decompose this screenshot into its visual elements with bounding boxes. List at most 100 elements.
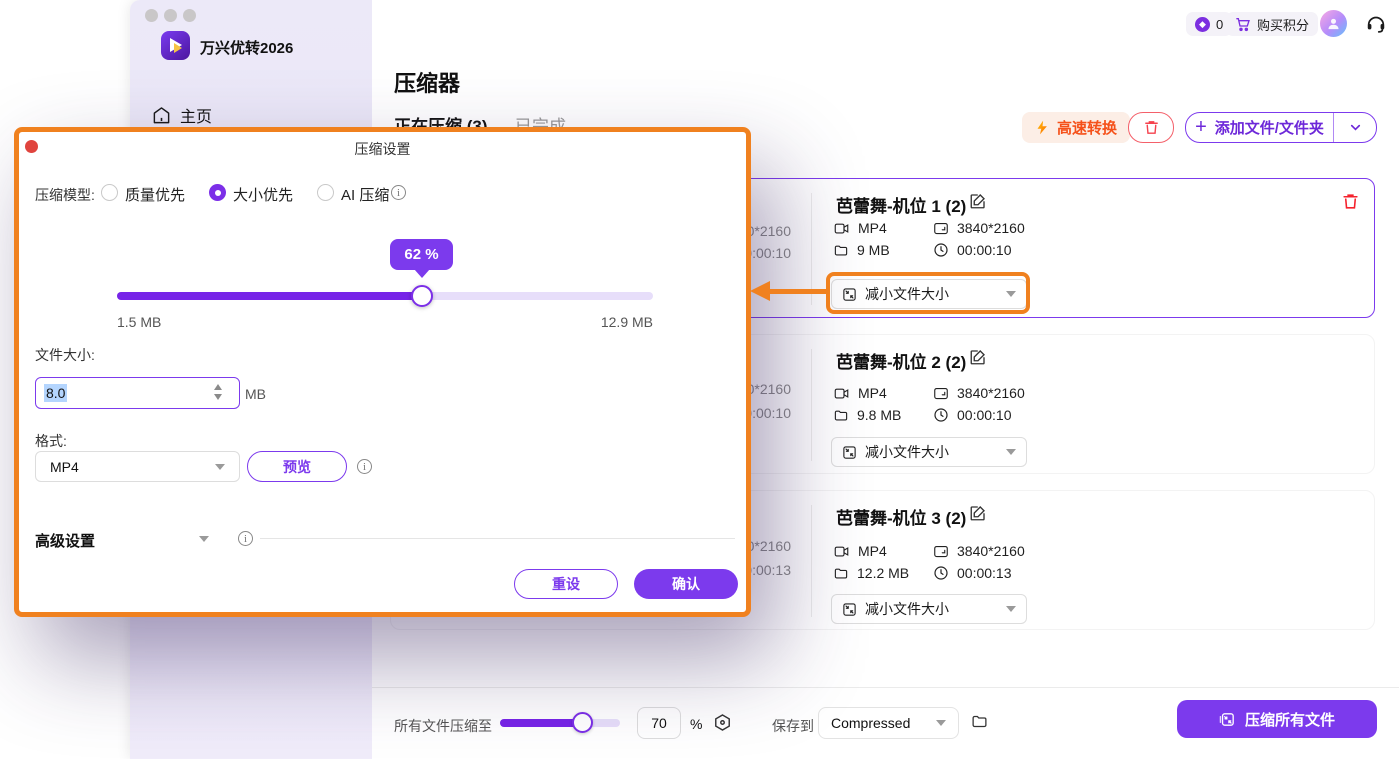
chevron-down-icon [1348,120,1363,135]
card-divider [811,349,812,461]
size-meta: 12.2 MB [833,565,909,581]
chevron-down-icon [1006,449,1016,455]
resolution-icon [933,221,949,236]
buy-credits-button[interactable]: 购买积分 [1226,12,1318,36]
format-label: 格式: [35,431,67,451]
apply-to-all-icon[interactable] [713,713,732,732]
file-name: 芭蕾舞-机位 2 (2) [836,348,966,373]
compress-mode-label: 减小文件大小 [865,442,949,462]
sidebar-item-label: 主页 [180,103,212,127]
resolution-meta: 3840*2160 [933,220,1025,236]
radio-ai-label[interactable]: AI 压缩 [341,184,389,205]
reduce-size-icon [842,602,857,617]
folder-icon [833,243,849,258]
save-to-label: 保存到 [772,716,814,736]
add-files-dropdown-toggle[interactable] [1334,120,1376,135]
clear-list-button[interactable] [1128,112,1174,143]
annotation-arrow-head [750,281,770,301]
rename-icon[interactable] [969,504,987,522]
chevron-down-icon [936,720,946,726]
compress-all-button[interactable]: 压缩所有文件 [1177,700,1377,738]
cart-icon [1235,16,1251,32]
duration-meta: 00:00:13 [933,565,1012,581]
fast-convert-toggle[interactable]: 高速转换 [1022,112,1130,143]
global-compress-slider-handle[interactable] [572,712,593,733]
fast-convert-label: 高速转换 [1057,117,1117,138]
window-zoom-button[interactable] [183,9,196,22]
file-name: 芭蕾舞-机位 3 (2) [836,504,966,529]
advanced-settings-toggle[interactable]: 高级设置 [35,530,95,551]
radio-quality-label[interactable]: 质量优先 [125,184,185,205]
compress-to-label: 所有文件压缩至 [394,716,492,736]
credits-count: 0 [1216,17,1223,32]
sidebar-item-home[interactable]: 主页 [152,100,352,130]
radio-size-priority[interactable] [209,184,226,201]
compress-mode-dropdown[interactable]: 减小文件大小 [831,594,1027,624]
page-title: 压缩器 [394,66,460,98]
open-folder-icon[interactable] [970,713,989,730]
app-logo-icon [161,31,190,60]
compress-mode-dropdown[interactable]: 减小文件大小 [831,437,1027,467]
resolution-icon [933,386,949,401]
info-icon[interactable]: i [238,531,253,546]
window-minimize-button[interactable] [164,9,177,22]
size-slider-handle[interactable] [411,285,433,307]
preview-button[interactable]: 预览 [247,451,347,482]
chevron-down-icon [215,464,225,470]
radio-size-label[interactable]: 大小优先 [233,184,293,205]
home-icon [152,106,171,125]
rename-icon[interactable] [969,192,987,210]
global-compress-slider[interactable] [500,719,620,727]
radio-ai-compress[interactable] [317,184,334,201]
format-meta: MP4 [833,220,887,236]
video-icon [833,386,850,401]
avatar[interactable] [1320,10,1347,37]
support-headset-icon[interactable] [1365,12,1387,34]
dialog-title: 压缩设置 [19,139,746,159]
compress-all-label: 压缩所有文件 [1245,709,1335,730]
chevron-down-icon [1006,606,1016,612]
save-folder-value: Compressed [831,715,910,731]
confirm-button[interactable]: 确认 [634,569,738,599]
save-folder-dropdown[interactable]: Compressed [818,707,959,739]
resolution-meta: 3840*2160 [933,543,1025,559]
stepper-arrows[interactable] [214,384,222,400]
clock-icon [933,565,949,581]
file-name: 芭蕾舞-机位 1 (2) [836,192,966,217]
folder-icon [833,408,849,423]
compress-mode-label: 减小文件大小 [865,599,949,619]
info-icon[interactable]: i [391,185,406,200]
duration-meta: 00:00:10 [933,407,1012,423]
format-value: MP4 [50,459,79,475]
reduce-size-icon [842,445,857,460]
window-close-button[interactable] [145,9,158,22]
slider-max-label: 12.9 MB [579,314,653,330]
reset-button[interactable]: 重设 [514,569,618,599]
file-size-value: 8.0 [44,384,67,402]
radio-quality-priority[interactable] [101,184,118,201]
slider-value-bubble: 62 % [390,239,453,270]
rename-icon[interactable] [969,348,987,366]
card-divider [811,505,812,617]
annotation-highlight-box [826,272,1030,314]
chevron-down-icon[interactable] [199,536,209,542]
file-size-input[interactable]: 8.0 [35,377,240,409]
footer-divider [372,687,1399,688]
format-dropdown[interactable]: MP4 [35,451,240,482]
percent-sign: % [690,716,702,732]
add-files-label: 添加文件/文件夹 [1215,117,1324,138]
clock-icon [933,242,949,258]
size-slider[interactable] [117,292,653,300]
add-files-main[interactable]: + 添加文件/文件夹 [1186,116,1333,139]
button-divider [1333,113,1334,142]
duration-meta: 00:00:10 [933,242,1012,258]
percent-input[interactable] [637,707,681,739]
add-files-button[interactable]: + 添加文件/文件夹 [1185,112,1377,143]
delete-file-button[interactable] [1341,192,1360,211]
compress-icon [1219,711,1236,728]
clock-icon [933,407,949,423]
folder-icon [833,566,849,581]
format-meta: MP4 [833,543,887,559]
info-icon[interactable]: i [357,459,372,474]
resolution-icon [933,544,949,559]
